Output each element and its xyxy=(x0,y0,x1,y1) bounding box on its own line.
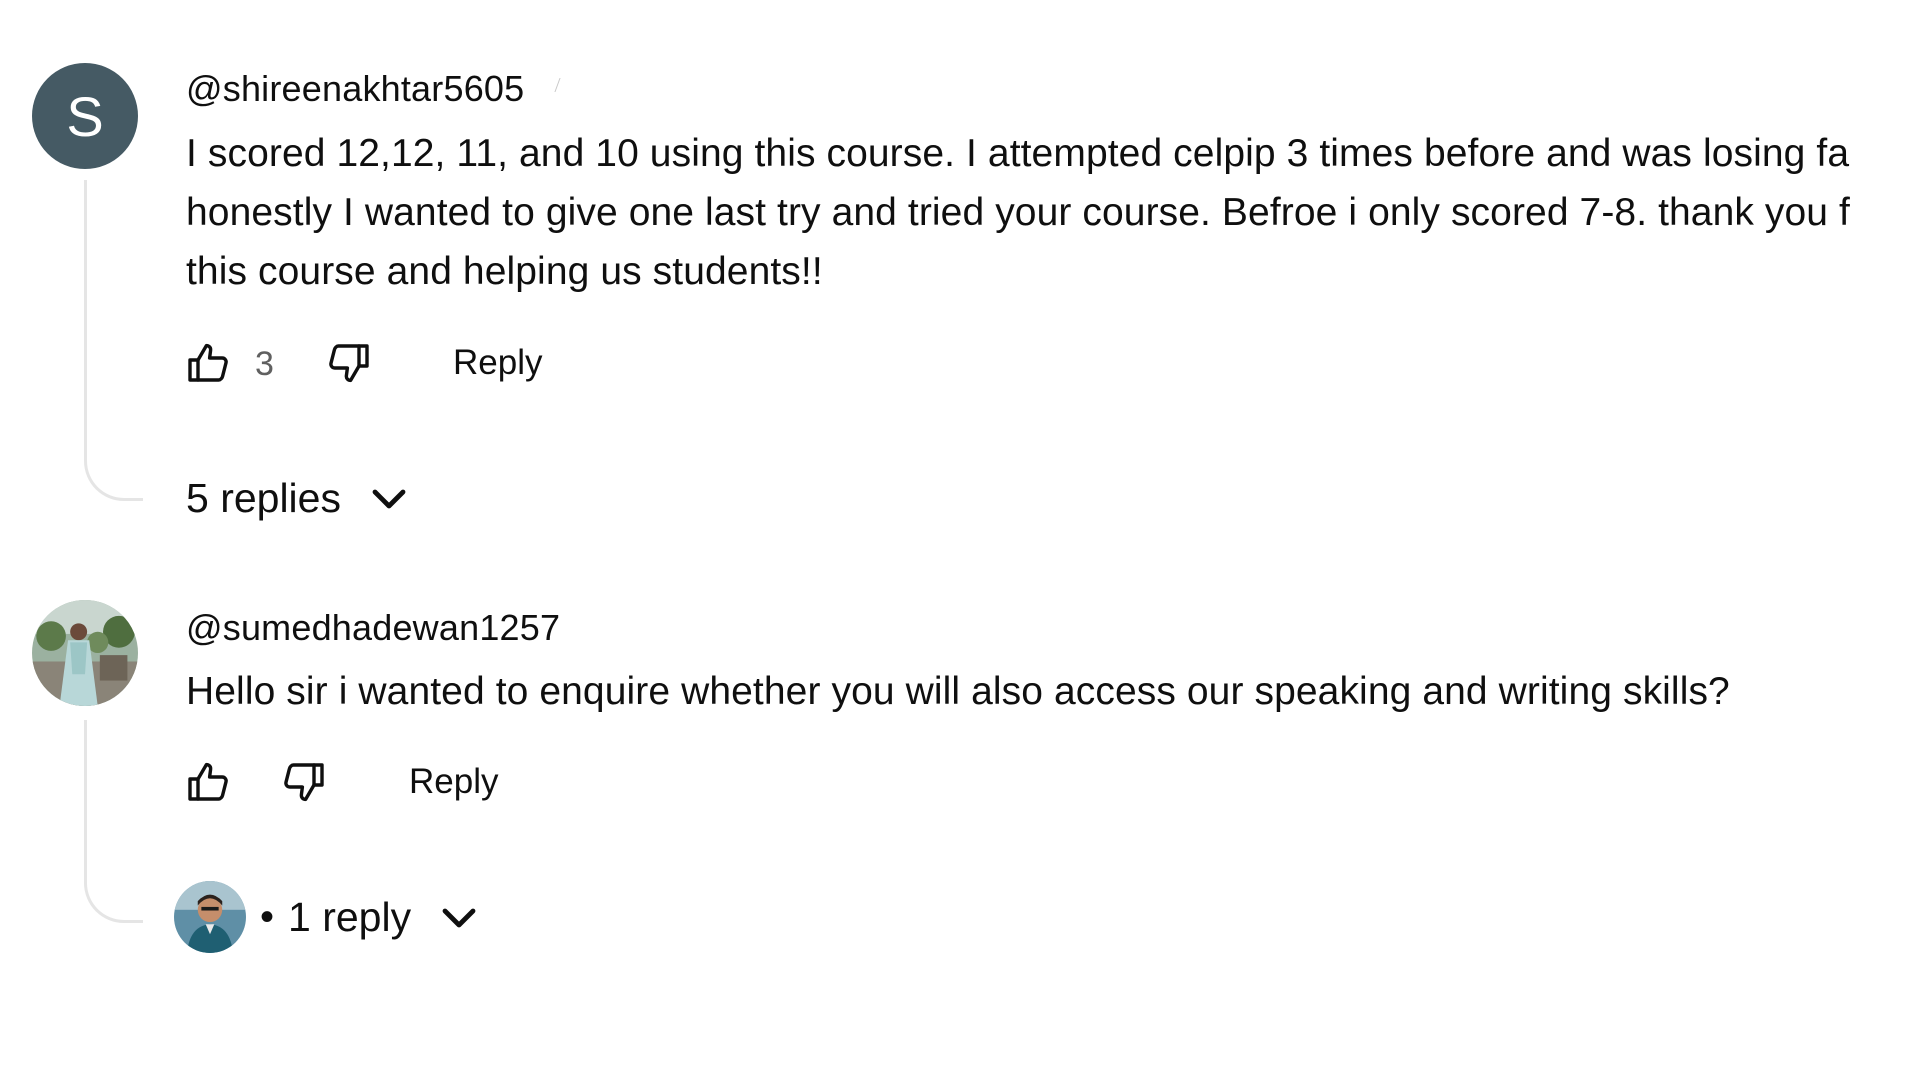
reply-button[interactable]: Reply xyxy=(409,762,498,802)
avatar[interactable] xyxy=(32,600,138,706)
comments-thread: S @shireenakhtar5605 I scored 12,12, 11,… xyxy=(0,0,1920,1080)
chevron-down-icon xyxy=(442,908,476,928)
thumbs-up-icon[interactable] xyxy=(184,758,232,806)
comment: @sumedhadewan1257 Hello sir i wanted to … xyxy=(0,0,1920,1080)
comment-text-line: Hello sir i wanted to enquire whether yo… xyxy=(186,670,1730,713)
separator-dot: • xyxy=(260,894,275,939)
comment-author[interactable]: @sumedhadewan1257 xyxy=(186,607,560,649)
thread-line xyxy=(84,720,143,923)
view-replies-button[interactable]: • 1 reply xyxy=(174,881,483,953)
thumbs-down-icon[interactable] xyxy=(280,758,328,806)
reply-author-avatar xyxy=(174,881,246,953)
replies-count-label: 1 reply xyxy=(288,893,412,940)
